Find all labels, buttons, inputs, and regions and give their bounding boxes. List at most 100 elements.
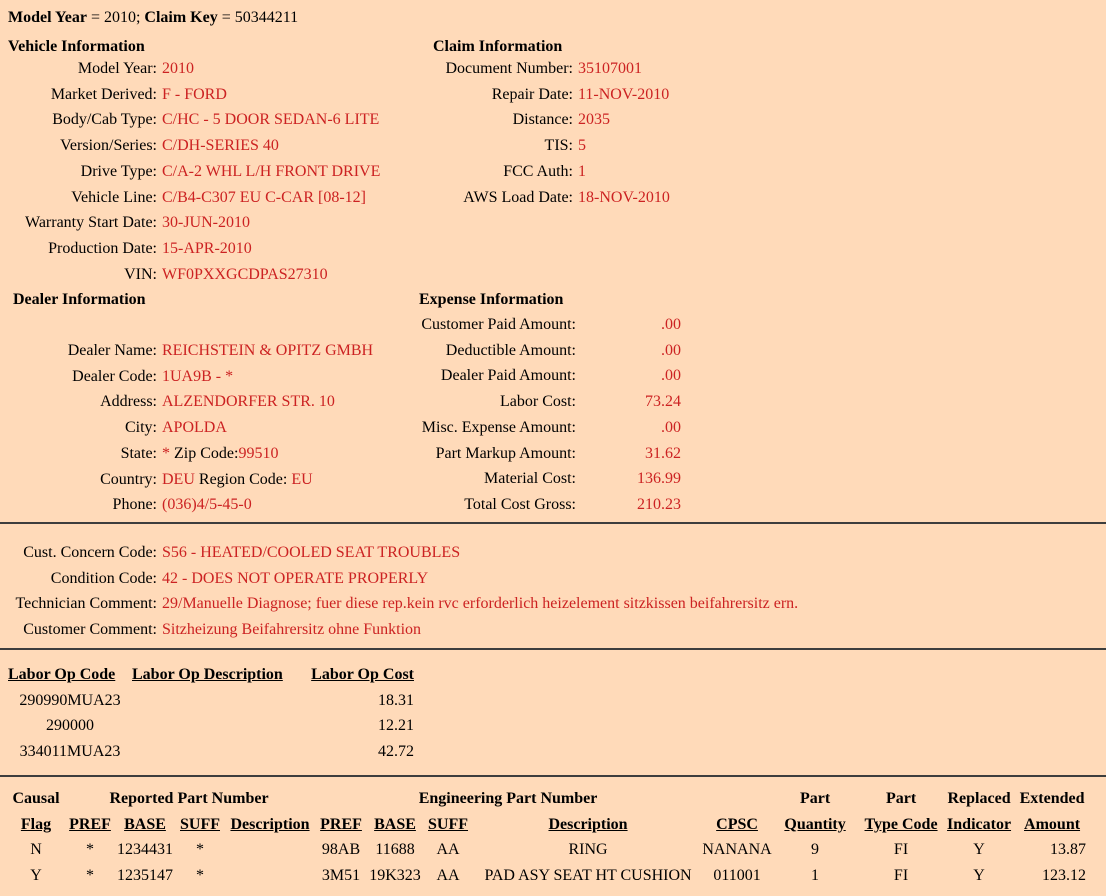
field-value: .00 [576, 363, 681, 389]
field-value: .00 [576, 312, 681, 338]
field-value: ALZENDORFER STR. 10 [162, 393, 335, 410]
column-header-description: Description [226, 812, 314, 838]
field-value: 42 - DOES NOT OPERATE PROPERLY [162, 570, 428, 587]
field-label: City: [0, 415, 157, 441]
engineering-description-cell: RING [474, 837, 702, 863]
causal-flag-cell: N [8, 837, 64, 863]
column-header-indicator: Indicator [944, 812, 1014, 838]
field-value: 210.23 [576, 492, 681, 518]
info-row: Technician Comment: 29/Manuelle Diagnose;… [0, 591, 798, 617]
warranty-claim-report-page: Model Year = 2010; Claim Key = 50344211 … [0, 0, 1106, 896]
engineering-suff-cell: AA [422, 837, 474, 863]
vehicle-information-section: Model Year:2010 Market Derived:F - FORD … [0, 56, 380, 287]
labor-op-table: Labor Op Code Labor Op Description Labor… [8, 662, 414, 765]
column-header-cpsc: CPSC [702, 812, 772, 838]
group-header-causal: Causal [8, 786, 64, 812]
info-row: Deductible Amount:.00 [420, 338, 681, 364]
field-label: Vehicle Line: [0, 185, 157, 211]
labor-op-header-row: Labor Op Code Labor Op Description Labor… [8, 662, 414, 688]
section-divider [0, 648, 1106, 650]
info-row: Document Number:35107001 [420, 56, 670, 82]
field-label: Technician Comment: [0, 591, 157, 617]
replaced-indicator-cell: Y [944, 837, 1014, 863]
title-claim-key-value: = 50344211 [218, 9, 298, 26]
info-row: Labor Cost:73.24 [420, 389, 681, 415]
field-label: Phone: [0, 492, 157, 518]
info-row: Total Cost Gross:210.23 [420, 492, 681, 518]
field-label: Version/Series: [0, 133, 157, 159]
part-quantity-cell: 9 [772, 837, 858, 863]
engineering-description-cell: PAD ASY SEAT HT CUSHION [474, 863, 702, 889]
field-value: 1 [578, 163, 586, 180]
labor-op-code-cell: 290990MUA23 [8, 688, 132, 714]
part-type-code-cell: FI [858, 863, 944, 889]
claim-information-section: Document Number:35107001 Repair Date: 11-… [420, 56, 670, 210]
info-row: Body/Cab Type:C/HC - 5 DOOR SEDAN-6 LITE [0, 107, 380, 133]
field-label: TIS: [420, 133, 573, 159]
column-header-pref: PREF [64, 812, 116, 838]
parts-group-header-row: Causal Reported Part Number Engineering … [8, 786, 1090, 812]
info-row: Version/Series:C/DH-SERIES 40 [0, 133, 380, 159]
group-header-spacer [702, 786, 772, 812]
field-value: 5 [578, 137, 586, 154]
field-label: Material Cost: [420, 466, 576, 492]
info-row: Phone:(036)4/5-45-0 [0, 492, 373, 518]
info-row: Customer Comment:Sitzheizung Beifahrersi… [0, 617, 798, 643]
title-model-year-value: = 2010; [87, 9, 144, 26]
column-header-labor-op-description: Labor Op Description [132, 662, 296, 688]
engineering-suff-cell: AA [422, 863, 474, 889]
info-row: Model Year:2010 [0, 56, 380, 82]
column-header-suff: SUFF [422, 812, 474, 838]
field-label: Market Derived: [0, 82, 157, 108]
parts-table: Causal Reported Part Number Engineering … [8, 786, 1090, 889]
field-label: Address: [0, 389, 157, 415]
field-value: .00 [576, 338, 681, 364]
field-value: 2010 [162, 60, 194, 77]
column-header-suff: SUFF [174, 812, 226, 838]
reported-suff-cell: * [174, 837, 226, 863]
field-label: Repair Date: [420, 82, 573, 108]
comments-section: Cust. Concern Code:S56 - HEATED/COOLED S… [0, 540, 798, 643]
group-header-reported-part-number: Reported Part Number [64, 786, 314, 812]
field-value: 29/Manuelle Diagnose; fuer diese rep.kei… [162, 595, 798, 612]
info-row: Dealer Name:REICHSTEIN & OPITZ GMBH [0, 338, 373, 364]
part-type-code-cell: FI [858, 837, 944, 863]
field-value: 11-NOV-2010 [578, 86, 669, 103]
field-value: C/A-2 WHL L/H FRONT DRIVE [162, 163, 380, 180]
claim-information-heading: Claim Information [433, 36, 562, 58]
column-header-pref: PREF [314, 812, 368, 838]
field-value: 1UA9B - * [162, 368, 233, 385]
field-value: 15-APR-2010 [162, 240, 252, 257]
part-quantity-cell: 1 [772, 863, 858, 889]
field-label: Drive Type: [0, 159, 157, 185]
title-model-year-label: Model Year [8, 9, 87, 26]
info-row: State:* Zip Code:99510 [0, 441, 373, 467]
engineering-base-cell: 11688 [368, 837, 422, 863]
group-header-part-quantity: Part [772, 786, 858, 812]
field-label: Warranty Start Date: [0, 210, 157, 236]
field-label: Production Date: [0, 236, 157, 262]
replaced-indicator-cell: Y [944, 863, 1014, 889]
field-value: 35107001 [578, 60, 642, 77]
field-value: EU [291, 471, 312, 488]
info-row: Misc. Expense Amount:.00 [420, 415, 681, 441]
title-claim-key-label: Claim Key [144, 9, 217, 26]
labor-op-description-cell [132, 713, 296, 739]
field-label: Condition Code: [0, 566, 157, 592]
labor-op-description-cell [132, 688, 296, 714]
dealer-information-section: Dealer Name:REICHSTEIN & OPITZ GMBH Deal… [0, 338, 373, 518]
column-header-labor-op-code: Labor Op Code [8, 662, 132, 688]
dealer-information-heading: Dealer Information [13, 289, 146, 311]
cpsc-cell: 011001 [702, 863, 772, 889]
column-header-labor-op-cost: Labor Op Cost [296, 662, 414, 688]
section-divider [0, 522, 1106, 524]
info-row: Customer Paid Amount:.00 [420, 312, 681, 338]
field-label: Region Code: [199, 471, 287, 488]
labor-op-code-cell: 290000 [8, 713, 132, 739]
field-label: Customer Paid Amount: [420, 312, 576, 338]
reported-suff-cell: * [174, 863, 226, 889]
field-value: REICHSTEIN & OPITZ GMBH [162, 342, 373, 359]
field-label: Part Markup Amount: [420, 441, 576, 467]
labor-op-cost-cell: 42.72 [296, 739, 414, 765]
group-header-engineering-part-number: Engineering Part Number [314, 786, 702, 812]
